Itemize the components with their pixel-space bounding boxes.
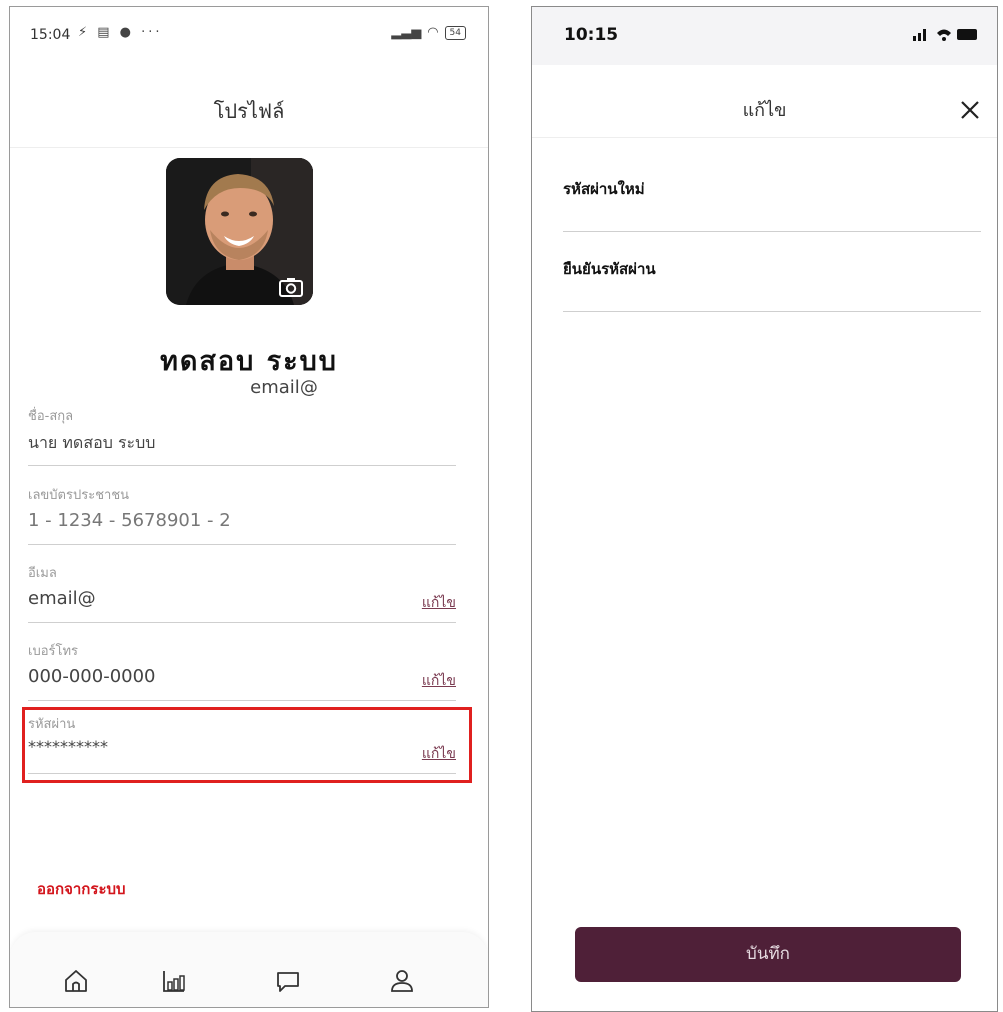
field-email: อีเมล email@ แก้ไข <box>28 562 456 623</box>
confirm-password-field[interactable]: ยืนยันรหัสผ่าน <box>563 257 981 312</box>
field-label: ยืนยันรหัสผ่าน <box>563 260 656 278</box>
field-value: 000-000-0000 <box>28 666 156 687</box>
status-bar: 15:04 ⚡ ▤ ● ··· ▂▃▅ ◠ 54 <box>10 7 488 67</box>
status-time: 10:15 <box>564 25 619 45</box>
page-title: แก้ไข <box>742 100 787 121</box>
profile-email: email@ <box>250 377 318 398</box>
save-button[interactable]: บันทึก <box>575 927 961 982</box>
edit-phone-link[interactable]: แก้ไข <box>422 670 456 692</box>
field-fullname: ชื่อ-สกุล นาย ทดสอบ ระบบ <box>28 405 456 466</box>
field-label: ชื่อ-สกุล <box>28 409 74 424</box>
notification-icons: ⚡ ▤ ● ··· <box>78 25 163 40</box>
status-icons <box>913 29 977 41</box>
field-label: อีเมล <box>28 566 57 581</box>
field-national-id: เลขบัตรประชาชน 1 - 1234 - 5678901 - 2 <box>28 484 456 545</box>
highlight-box <box>22 707 472 783</box>
profile-name: ทดสอบ ระบบ <box>160 346 338 377</box>
tab-bar <box>10 932 488 1007</box>
battery-icon: 54 <box>444 25 466 40</box>
field-phone: เบอร์โทร 000-000-0000 แก้ไข <box>28 640 456 701</box>
close-icon[interactable] <box>959 99 981 121</box>
status-right: ▂▃▅ ◠ 54 <box>391 25 466 40</box>
field-value: email@ <box>28 588 96 609</box>
field-label: รหัสผ่านใหม่ <box>563 180 645 198</box>
field-label: เบอร์โทร <box>28 644 79 659</box>
profile-icon[interactable] <box>388 967 416 995</box>
field-label: เลขบัตรประชาชน <box>28 488 130 503</box>
header: แก้ไข <box>532 65 997 138</box>
new-password-field[interactable]: รหัสผ่านใหม่ <box>563 177 981 232</box>
field-value: 1 - 1234 - 5678901 - 2 <box>28 510 231 531</box>
camera-icon[interactable] <box>279 277 303 297</box>
profile-screen: 15:04 ⚡ ▤ ● ··· ▂▃▅ ◠ 54 โปรไฟล์ ทดสอบ ร… <box>9 6 489 1008</box>
home-icon[interactable] <box>62 967 90 995</box>
field-value: นาย ทดสอบ ระบบ <box>28 433 156 452</box>
page-title: โปรไฟล์ <box>213 99 285 123</box>
chat-icon[interactable] <box>274 967 302 995</box>
avatar[interactable] <box>166 158 313 305</box>
status-bar: 10:15 <box>532 7 997 65</box>
logout-link[interactable]: ออกจากระบบ <box>37 877 126 901</box>
edit-password-screen: 10:15 แก้ไข รหัสผ่านใหม่ ยืนยันรหัสผ่าน … <box>531 6 998 1012</box>
chart-icon[interactable] <box>160 967 188 995</box>
edit-email-link[interactable]: แก้ไข <box>422 592 456 614</box>
wifi-icon: ◠ <box>427 25 439 40</box>
header: โปรไฟล์ <box>10 67 488 148</box>
status-time: 15:04 <box>30 27 71 43</box>
signal-icon: ▂▃▅ <box>391 25 422 40</box>
